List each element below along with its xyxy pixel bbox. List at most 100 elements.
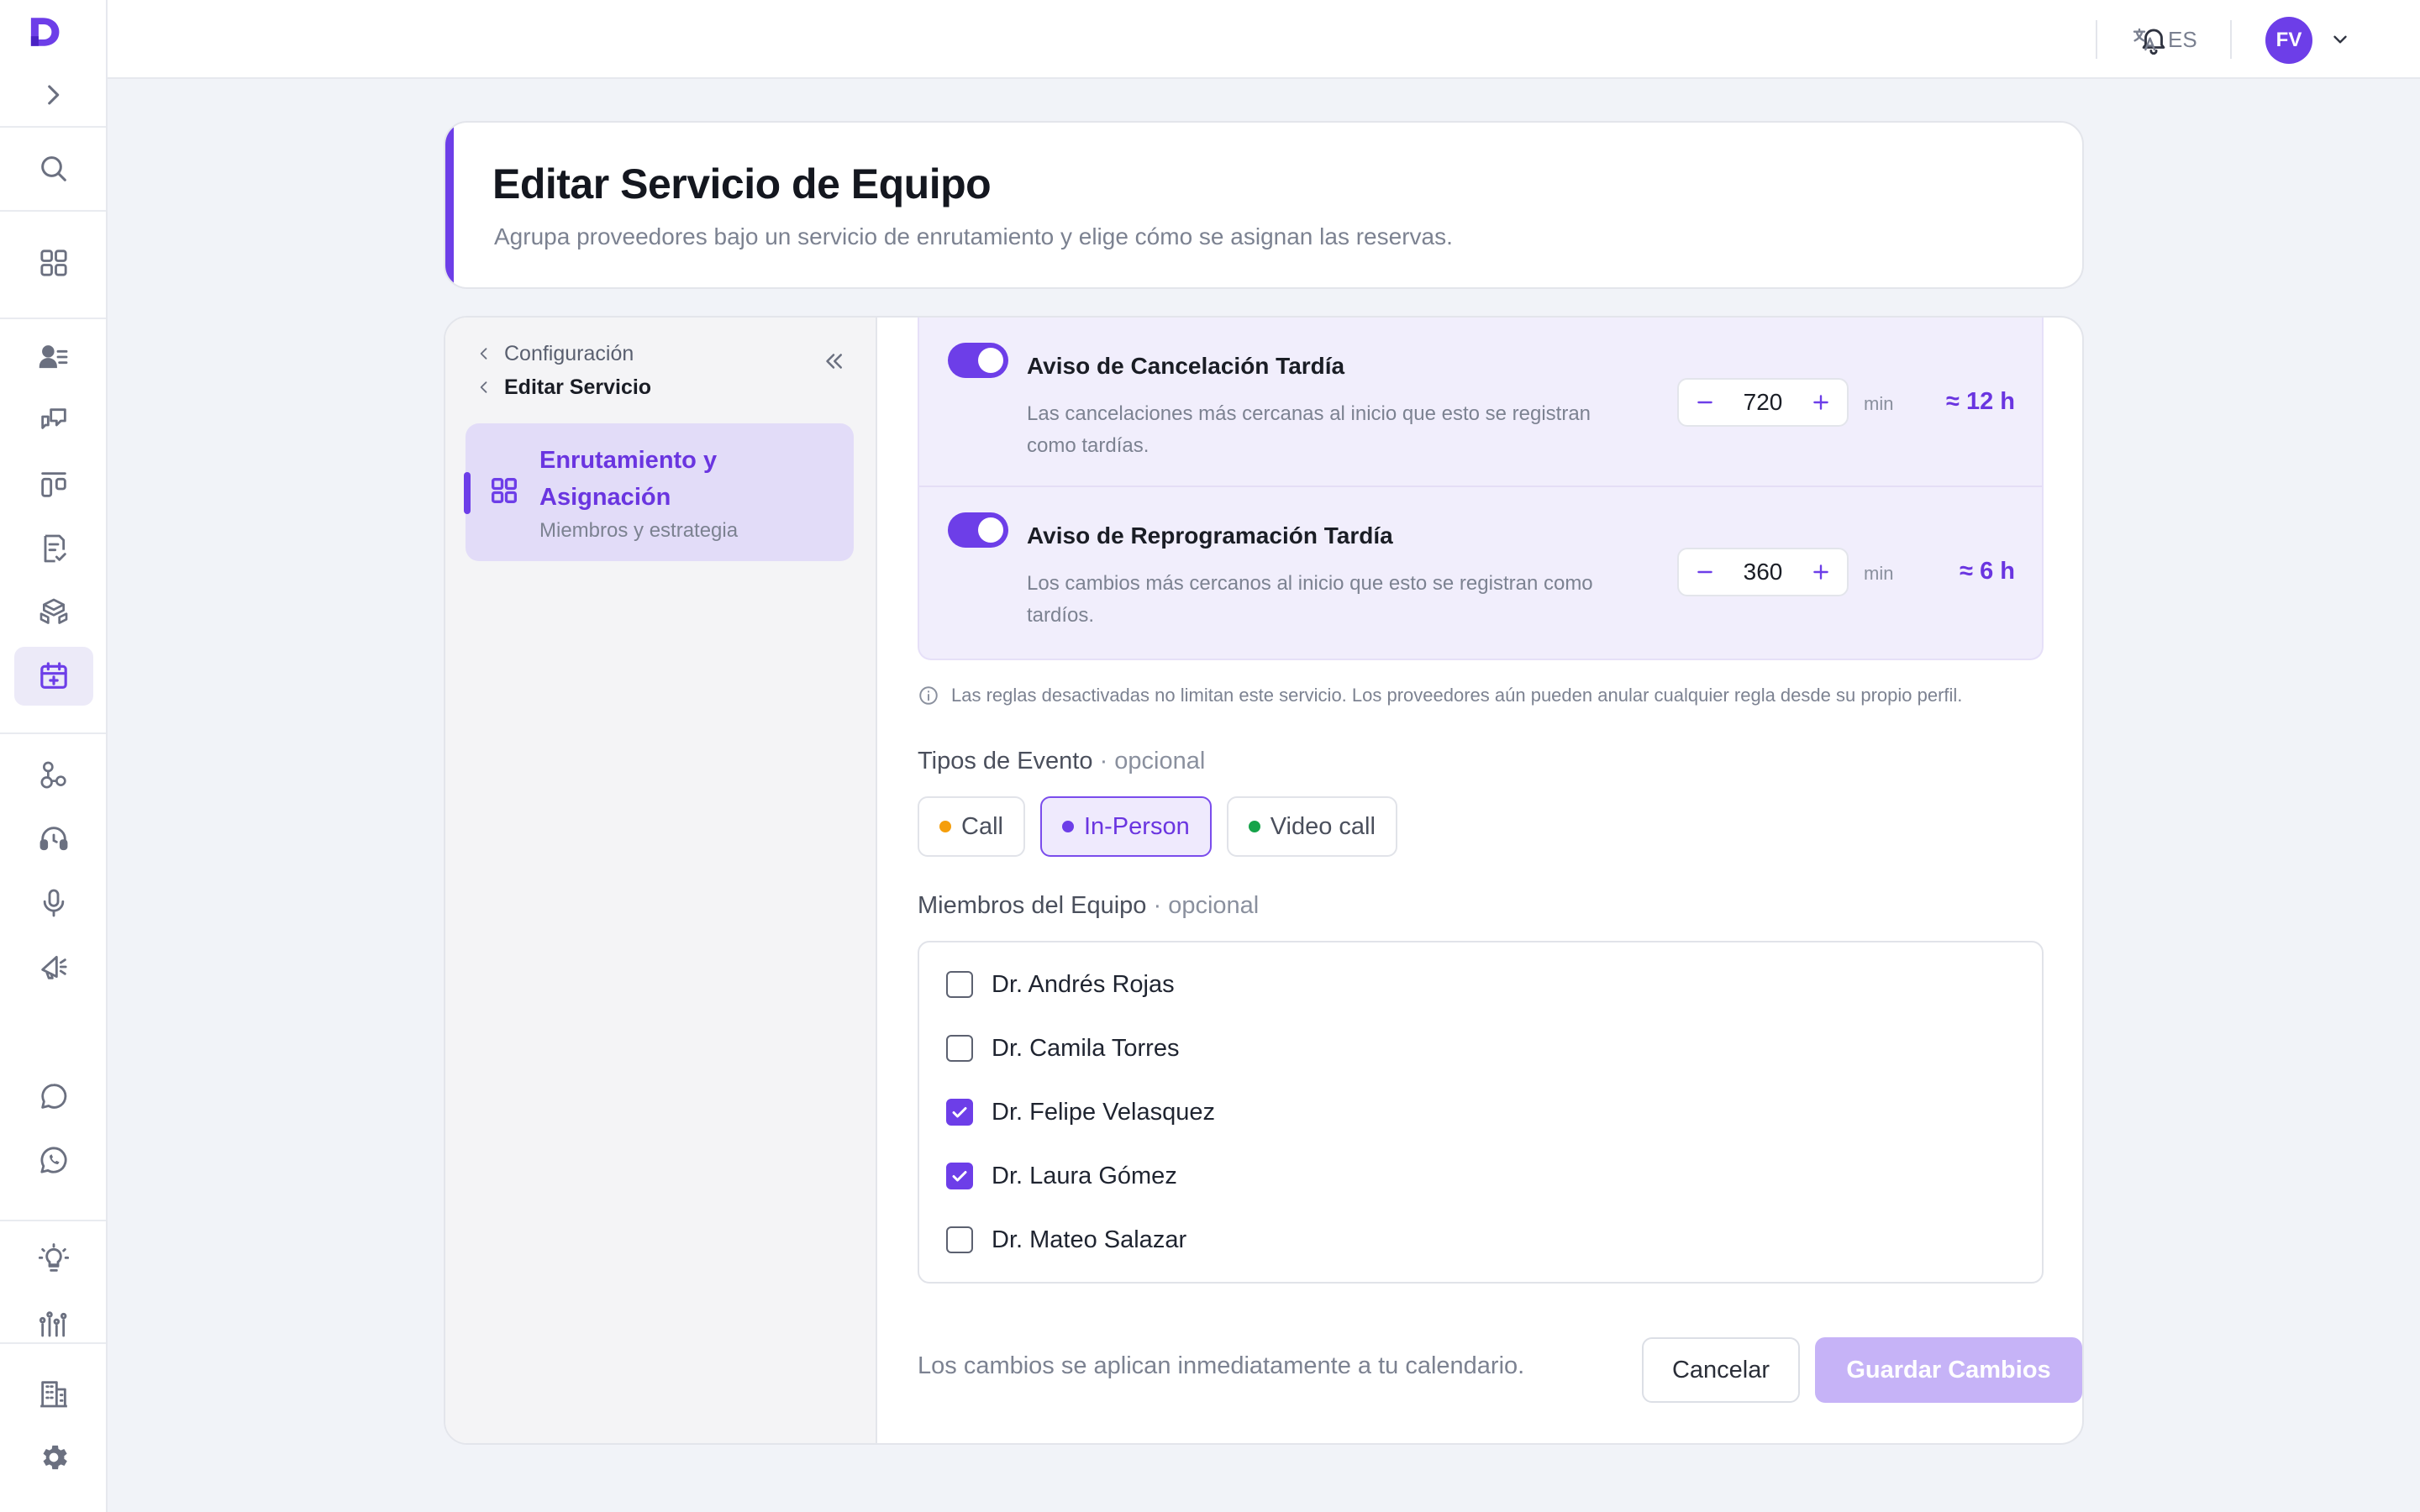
rail-divider <box>0 1342 106 1344</box>
label-text: Miembros del Equipo <box>918 892 1147 919</box>
company-building-icon[interactable] <box>14 1364 93 1423</box>
rail-divider <box>0 732 106 734</box>
rule-toggle[interactable] <box>948 343 1008 378</box>
contacts-icon[interactable] <box>14 328 93 386</box>
page-subtitle: Agrupa proveedores bajo un servicio de e… <box>494 223 1453 249</box>
pipeline-icon[interactable] <box>14 455 93 514</box>
chevron-down-icon[interactable] <box>2326 25 2354 54</box>
decrement-button[interactable] <box>1691 558 1719 586</box>
footer-note: Los cambios se aplican inmediatamente a … <box>918 1352 1525 1379</box>
microphone-icon[interactable] <box>14 874 93 932</box>
integrations-icon[interactable] <box>14 746 93 805</box>
top-bar: ES FV <box>108 0 2420 79</box>
team-members-label: Miembros del Equipo · opcional <box>918 892 1259 920</box>
status-dot <box>1061 821 1074 832</box>
subnav-item-title: Enrutamiento y Asignación <box>539 447 718 511</box>
active-indicator <box>464 472 471 514</box>
rule-title: Aviso de Cancelación Tardía <box>1027 353 1345 379</box>
breadcrumb-configuracion[interactable]: Configuración <box>476 339 634 368</box>
collapse-panel-icon[interactable] <box>815 343 852 380</box>
translate-icon <box>2133 28 2156 51</box>
cancel-button[interactable]: Cancelar <box>1642 1337 1800 1403</box>
edit-service-panel: Configuración Editar Servicio Enrutamien… <box>444 316 2084 1445</box>
chat-bubble-icon[interactable] <box>14 1067 93 1126</box>
plus-icon <box>1813 564 1828 580</box>
member-name: Dr. Laura Gómez <box>992 1162 1177 1189</box>
info-icon <box>919 686 938 705</box>
chip-call[interactable]: Call <box>918 796 1025 857</box>
member-checkbox[interactable] <box>946 971 973 998</box>
unit-label: min <box>1864 563 1894 584</box>
whatsapp-icon[interactable] <box>14 1131 93 1189</box>
rail-divider <box>0 210 106 212</box>
header-accent-bar <box>445 123 454 287</box>
rules-note: Las reglas desactivadas no limitan este … <box>918 682 1962 709</box>
unit-label: min <box>1864 393 1894 414</box>
settings-gear-icon[interactable] <box>14 1428 93 1487</box>
grid-icon <box>492 478 517 503</box>
rail-divider <box>0 318 106 319</box>
search-icon[interactable] <box>14 139 93 198</box>
breadcrumb-label: Editar Servicio <box>504 375 652 399</box>
rule-late-cancellation: Aviso de Cancelación Tardía Las cancelac… <box>919 318 2042 486</box>
member-row[interactable]: Dr. Mateo Salazar <box>946 1223 1186 1257</box>
expand-sidebar-icon[interactable] <box>39 81 67 109</box>
checkmark-icon <box>952 1107 967 1118</box>
increment-button[interactable] <box>1807 388 1835 417</box>
support-headset-icon[interactable] <box>14 810 93 869</box>
decrement-button[interactable] <box>1691 388 1719 417</box>
conversations-icon[interactable] <box>14 391 93 450</box>
minutes-value[interactable]: 360 <box>1744 559 1783 585</box>
minus-icon <box>1697 401 1712 404</box>
minutes-value[interactable]: 720 <box>1744 389 1783 416</box>
rule-description: Las cancelaciones más cercanas al inicio… <box>1027 402 1591 457</box>
rule-late-reschedule: Aviso de Reprogramación Tardía Los cambi… <box>919 486 2042 654</box>
app-logo-icon[interactable] <box>28 15 80 66</box>
language-code: ES <box>2168 26 2197 52</box>
member-name: Dr. Camila Torres <box>992 1034 1180 1062</box>
left-rail <box>0 0 108 1512</box>
calendar-icon[interactable] <box>14 647 93 706</box>
member-row[interactable]: Dr. Camila Torres <box>946 1032 1179 1065</box>
member-row[interactable]: Dr. Andrés Rojas <box>946 968 1175 1001</box>
chip-label: Call <box>961 812 1003 840</box>
member-name: Dr. Andrés Rojas <box>992 970 1175 998</box>
dashboard-grid-icon[interactable] <box>14 234 93 292</box>
topbar-divider <box>2096 20 2097 59</box>
minutes-stepper: 360 <box>1677 548 1849 596</box>
event-types-label: Tipos de Evento · opcional <box>918 748 1205 775</box>
subnav-item-subtitle: Miembros y estrategia <box>539 519 739 542</box>
status-dot <box>939 821 951 832</box>
status-dot <box>1248 821 1260 832</box>
member-row[interactable]: Dr. Felipe Velasquez <box>946 1095 1215 1129</box>
rule-title: Aviso de Reprogramación Tardía <box>1027 522 1393 549</box>
member-name: Dr. Mateo Salazar <box>992 1226 1187 1253</box>
chip-label: Video call <box>1270 812 1376 840</box>
label-text: Tipos de Evento <box>918 748 1093 774</box>
user-avatar[interactable]: FV <box>2265 17 2312 64</box>
approx-hours: ≈ 6 h <box>1960 558 2015 585</box>
member-row[interactable]: Dr. Laura Gómez <box>946 1159 1177 1193</box>
rail-divider <box>0 1220 106 1221</box>
chevron-left-icon <box>480 348 487 360</box>
member-checkbox[interactable] <box>946 1226 973 1253</box>
rule-toggle[interactable] <box>948 512 1008 548</box>
chip-in-person[interactable]: In-Person <box>1039 796 1212 857</box>
chip-label: In-Person <box>1083 812 1190 840</box>
member-checkbox[interactable] <box>946 1035 973 1062</box>
language-switcher[interactable]: ES <box>2131 22 2197 57</box>
minutes-stepper: 720 <box>1677 378 1849 427</box>
chip-video-call[interactable]: Video call <box>1226 796 1397 857</box>
save-changes-button[interactable]: Guardar Cambios <box>1815 1337 2082 1403</box>
member-checkbox[interactable] <box>946 1099 973 1126</box>
plus-icon <box>1813 395 1828 410</box>
ideas-lightbulb-icon[interactable] <box>14 1230 93 1289</box>
member-checkbox[interactable] <box>946 1163 973 1189</box>
marketing-megaphone-icon[interactable] <box>14 937 93 996</box>
tasks-icon[interactable] <box>14 519 93 578</box>
rail-divider <box>0 126 106 128</box>
products-boxes-icon[interactable] <box>14 583 93 642</box>
increment-button[interactable] <box>1807 558 1835 586</box>
breadcrumb-editar-servicio[interactable]: Editar Servicio <box>476 373 651 402</box>
subnav-item-routing[interactable]: Enrutamiento y Asignación Miembros y est… <box>464 423 854 561</box>
